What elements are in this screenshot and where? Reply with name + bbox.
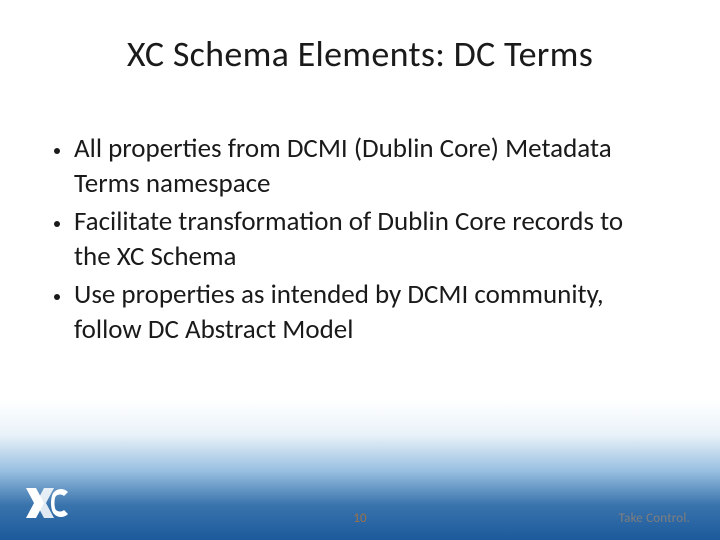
page-number: 10 bbox=[0, 511, 720, 526]
slide-title: XC Schema Elements: DC Terms bbox=[0, 32, 720, 76]
bullet-text: Facilitate transformation of Dublin Core… bbox=[74, 205, 660, 274]
bullet-icon bbox=[54, 221, 60, 227]
bullet-list: All properties from DCMI (Dublin Core) M… bbox=[54, 132, 660, 351]
bullet-text: Use properties as intended by DCMI commu… bbox=[74, 278, 660, 347]
bullet-icon bbox=[54, 148, 60, 154]
list-item: All properties from DCMI (Dublin Core) M… bbox=[54, 132, 660, 201]
list-item: Facilitate transformation of Dublin Core… bbox=[54, 205, 660, 274]
list-item: Use properties as intended by DCMI commu… bbox=[54, 278, 660, 347]
slide: XC Schema Elements: DC Terms All propert… bbox=[0, 0, 720, 540]
bullet-icon bbox=[54, 294, 60, 300]
bullet-text: All properties from DCMI (Dublin Core) M… bbox=[74, 132, 660, 201]
tagline: Take Control. bbox=[619, 511, 690, 526]
